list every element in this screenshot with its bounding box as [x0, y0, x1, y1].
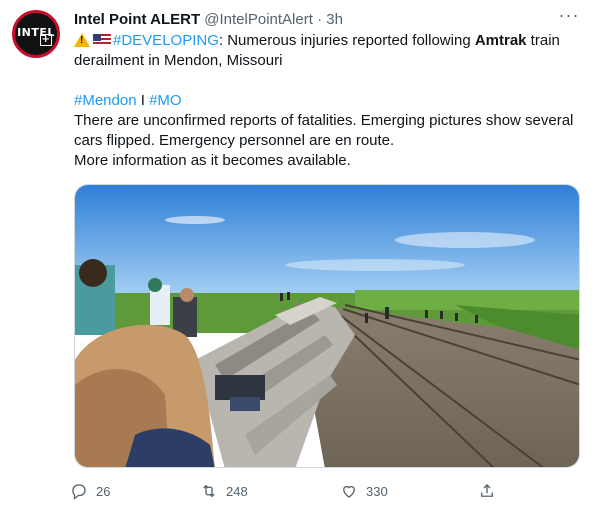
avatar-plus-icon: + — [40, 34, 52, 46]
hashtag-developing[interactable]: #DEVELOPING — [113, 32, 219, 49]
hashtags-line: #Mendon I #MO — [74, 91, 584, 111]
retweet-icon — [192, 478, 226, 504]
tweet-paragraph-2: There are unconfirmed reports of fatalit… — [74, 112, 574, 149]
line1-text: : Numerous injuries reported following — [218, 32, 475, 49]
us-flag-icon — [93, 34, 111, 46]
separator-dot: · — [317, 11, 323, 28]
tweet-actions: 26 248 330 — [62, 478, 532, 504]
reply-count: 26 — [96, 483, 111, 499]
timestamp[interactable]: 3h — [326, 11, 343, 28]
warning-symbol: ! — [80, 35, 84, 46]
tweet-header: Intel Point ALERT @IntelPointAlert · 3h — [74, 10, 579, 30]
more-icon: ··· — [558, 5, 580, 25]
hashtag-separator: I — [136, 92, 150, 109]
tweet[interactable]: INTEL + Intel Point ALERT @IntelPointAle… — [0, 0, 599, 515]
like-count: 330 — [366, 483, 388, 499]
warning-icon: ! — [74, 33, 90, 47]
tweet-photo[interactable] — [74, 184, 580, 468]
more-options-button[interactable]: ··· — [557, 5, 581, 28]
avatar[interactable]: INTEL + — [12, 10, 60, 58]
hashtag-mo[interactable]: #MO — [149, 92, 182, 109]
reply-button[interactable]: 26 — [62, 478, 110, 504]
share-icon — [470, 478, 504, 504]
tweet-line-1: ! #DEVELOPING: Numerous injuries reported… — [74, 31, 584, 71]
retweet-count: 248 — [226, 483, 248, 499]
like-button[interactable]: 330 — [332, 478, 388, 504]
reply-icon — [62, 478, 96, 504]
tweet-paragraph-3: More information as it becomes available… — [74, 152, 351, 169]
line1-bold: Amtrak — [474, 32, 527, 49]
heart-icon — [332, 478, 366, 504]
user-handle[interactable]: @IntelPointAlert — [204, 11, 313, 28]
retweet-button[interactable]: 248 — [192, 478, 248, 504]
avatar-logo: INTEL + — [15, 26, 57, 46]
hashtag-mendon[interactable]: #Mendon — [74, 92, 137, 109]
display-name[interactable]: Intel Point ALERT — [74, 11, 200, 28]
derailment-photo — [75, 185, 579, 467]
share-button[interactable] — [470, 478, 504, 504]
tweet-text: ! #DEVELOPING: Numerous injuries reported… — [74, 31, 584, 171]
